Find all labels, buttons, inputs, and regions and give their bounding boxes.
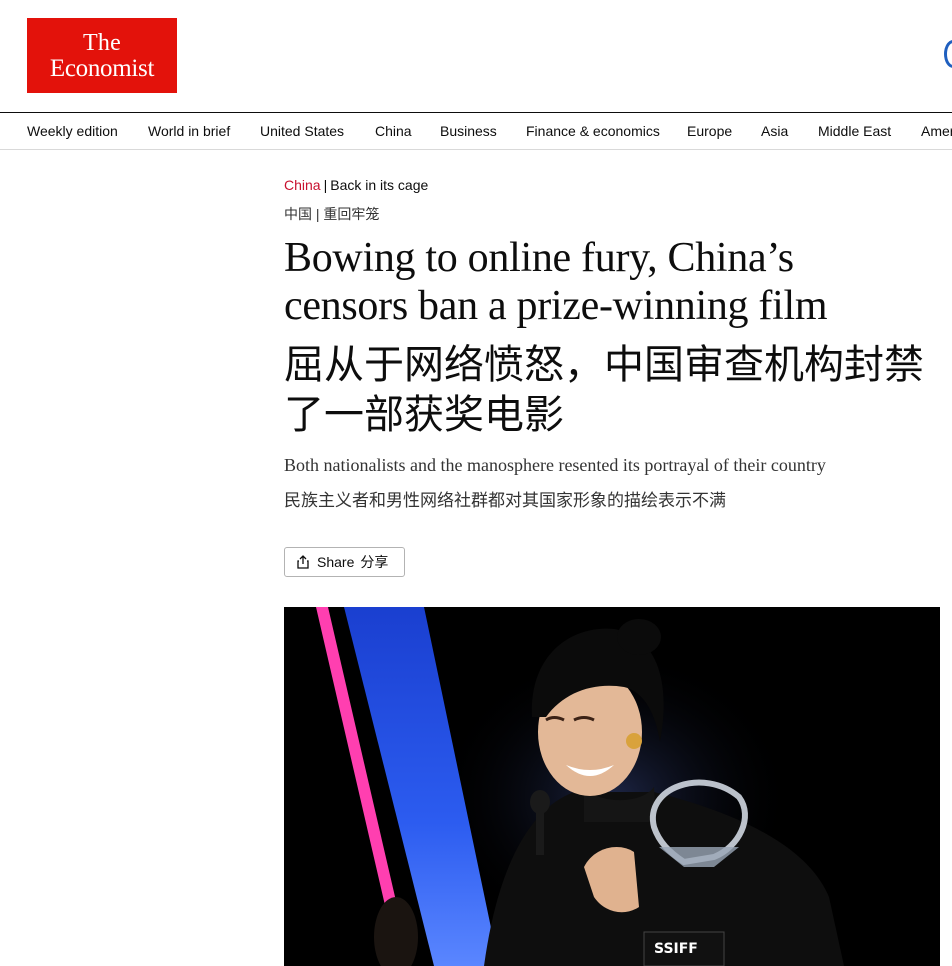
nav-europe[interactable]: Europe xyxy=(687,123,732,139)
share-icon xyxy=(297,555,309,569)
section-link[interactable]: China xyxy=(284,177,321,193)
masthead: The Economist xyxy=(0,0,952,112)
headline: Bowing to online fury, China’s censors b… xyxy=(284,235,828,329)
economist-logo[interactable]: The Economist xyxy=(27,18,177,93)
standfirst: Both nationalists and the manosphere res… xyxy=(284,455,826,475)
rubric-separator: | xyxy=(323,177,328,193)
rubric: China | Back in its cage xyxy=(284,177,428,193)
share-label: Share xyxy=(317,554,355,570)
nav-finance-economics[interactable]: Finance & economics xyxy=(526,123,660,139)
share-button[interactable]: Share 分享 xyxy=(284,547,405,577)
logo-line-2: Economist xyxy=(49,54,155,82)
logo-line-1: The xyxy=(83,29,121,56)
nav-world-in-brief[interactable]: World in brief xyxy=(148,123,230,139)
partial-icon[interactable] xyxy=(944,40,952,68)
lead-image-illustration: SSIFF xyxy=(284,607,940,966)
nav-americas[interactable]: Amer xyxy=(921,123,952,139)
gold-earring xyxy=(626,733,642,749)
lead-image: SSIFF xyxy=(284,607,940,966)
trophy-text: SSIFF xyxy=(654,941,698,957)
nav-middle-east[interactable]: Middle East xyxy=(818,123,891,139)
microphone xyxy=(530,790,550,814)
nav-asia[interactable]: Asia xyxy=(761,123,788,139)
nav-business[interactable]: Business xyxy=(440,123,497,139)
nav-united-states[interactable]: United States xyxy=(260,123,344,139)
nav-china[interactable]: China xyxy=(375,123,412,139)
standfirst-translation: 民族主义者和男性网络社群都对其国家形象的描绘表示不满 xyxy=(284,491,726,511)
share-label-translation: 分享 xyxy=(360,554,389,570)
section-nav: Weekly edition World in brief United Sta… xyxy=(0,112,952,150)
rubric-title: Back in its cage xyxy=(330,177,429,193)
nav-weekly-edition[interactable]: Weekly edition xyxy=(27,123,118,139)
headline-translation: 屈从于网络愤怒，中国审查机构封禁了一部获奖电影 xyxy=(284,342,924,438)
rubric-translation: 中国 | 重回牢笼 xyxy=(284,206,380,222)
